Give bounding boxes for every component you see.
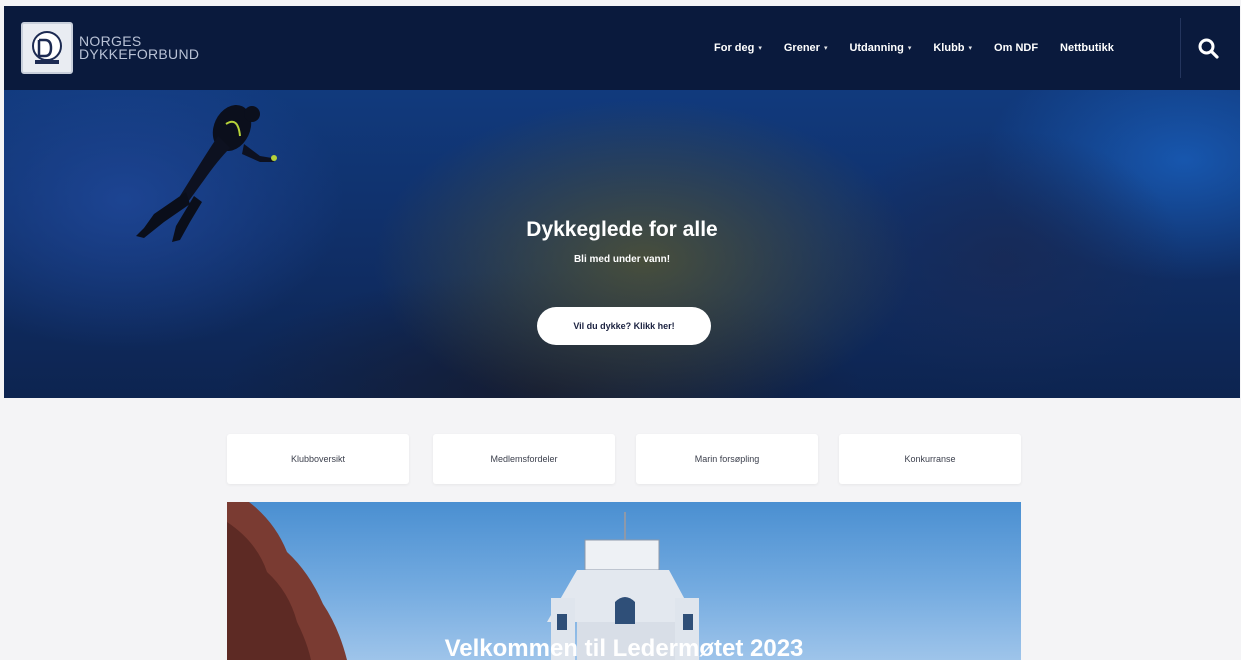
site-header: NORGES DYKKEFORBUND For deg ▾ Grener ▾ U… xyxy=(4,6,1240,90)
nav-label: Om NDF xyxy=(994,42,1039,54)
quick-link-medlemsfordeler[interactable]: Medlemsfordeler xyxy=(433,434,615,484)
hero-banner: Dykkeglede for alle Bli med under vann! … xyxy=(4,90,1240,398)
quick-link-klubboversikt[interactable]: Klubboversikt xyxy=(227,434,409,484)
nav-for-deg[interactable]: For deg ▾ xyxy=(714,42,762,54)
ndf-logo-mark xyxy=(21,22,73,74)
feature-banner[interactable]: Velkommen til Ledermøtet 2023 xyxy=(227,502,1021,660)
nav-label: Utdanning xyxy=(849,42,904,54)
chevron-down-icon: ▾ xyxy=(758,45,762,52)
try-diving-button[interactable]: Vil du dykke? Klikk her! xyxy=(537,307,711,345)
quick-link-marin-forsopling[interactable]: Marin forsøpling xyxy=(636,434,818,484)
chevron-down-icon: ▾ xyxy=(968,45,973,52)
hero-title: Dykkeglede for alle xyxy=(526,218,718,241)
ndf-logo[interactable]: NORGES DYKKEFORBUND xyxy=(21,22,199,74)
nav-divider xyxy=(1180,18,1181,78)
nav-label: Nettbutikk xyxy=(1060,42,1114,54)
quick-link-konkurranse[interactable]: Konkurranse xyxy=(839,434,1021,484)
nav-nettbutikk[interactable]: Nettbutikk xyxy=(1060,42,1114,54)
nav-klubb[interactable]: Klubb ▾ xyxy=(933,42,972,54)
ndf-logo-text: NORGES DYKKEFORBUND xyxy=(79,34,200,62)
nav-label: Klubb xyxy=(933,42,965,54)
nav-label: Grener xyxy=(783,42,820,54)
main-nav: For deg ▾ Grener ▾ Utdanning ▾ Klubb ▾ O… xyxy=(714,6,1136,90)
nav-grener[interactable]: Grener ▾ xyxy=(784,42,828,54)
search-icon xyxy=(1198,38,1219,59)
logo-line-2: DYKKEFORBUND xyxy=(79,46,200,62)
chevron-down-icon: ▾ xyxy=(907,45,912,52)
nav-utdanning[interactable]: Utdanning ▾ xyxy=(849,42,911,54)
nav-om-ndf[interactable]: Om NDF xyxy=(994,42,1038,54)
chevron-down-icon: ▾ xyxy=(823,45,828,52)
feature-title: Velkommen til Ledermøtet 2023 xyxy=(444,635,804,660)
nav-label: For deg xyxy=(714,42,755,54)
hero-subtitle: Bli med under vann! xyxy=(573,254,671,265)
search-button[interactable] xyxy=(1196,36,1222,62)
